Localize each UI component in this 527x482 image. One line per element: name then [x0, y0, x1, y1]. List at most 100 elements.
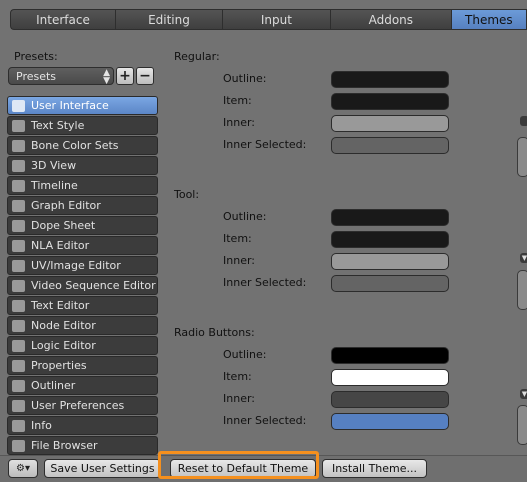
- property-label: Item:: [223, 370, 252, 383]
- color-swatch[interactable]: [331, 275, 449, 292]
- sidebar-item-dope-sheet[interactable]: Dope Sheet: [7, 216, 158, 235]
- sidebar-item-label: User Interface: [31, 99, 109, 112]
- sidebar-item-info[interactable]: Info: [7, 416, 158, 435]
- chevron-down-icon[interactable]: ▼: [520, 253, 527, 263]
- sidebar-item-timeline[interactable]: Timeline: [7, 176, 158, 195]
- sidebar-item-label: Timeline: [31, 179, 78, 192]
- color-swatch[interactable]: [331, 391, 449, 408]
- collapse-toggle-icon[interactable]: [520, 116, 527, 126]
- sidebar-item-text-style[interactable]: Text Style: [7, 116, 158, 135]
- section-title: Tool:: [174, 188, 200, 201]
- tab-input[interactable]: Input: [221, 9, 330, 30]
- sidebar-item-file-browser[interactable]: File Browser: [7, 436, 158, 455]
- presets-dropdown[interactable]: Presets ▲ ▼: [8, 67, 114, 86]
- property-label: Inner:: [223, 392, 255, 405]
- property-label: Outline:: [223, 210, 267, 223]
- info-icon: [12, 419, 25, 432]
- sidebar-item-label: User Preferences: [31, 399, 125, 412]
- property-label: Inner Selected:: [223, 414, 307, 427]
- color-swatch[interactable]: [331, 71, 449, 88]
- color-swatch[interactable]: [331, 137, 449, 154]
- color-swatch[interactable]: [331, 253, 449, 270]
- property-label: Inner:: [223, 116, 255, 129]
- partial-control[interactable]: [517, 405, 527, 445]
- sidebar-item-label: Video Sequence Editor: [31, 279, 156, 292]
- sidebar-item-label: Properties: [31, 359, 87, 372]
- preferences-editor-icon[interactable]: ⚙▾: [8, 459, 38, 478]
- sidebar-item-outliner[interactable]: Outliner: [7, 376, 158, 395]
- save-user-settings-button[interactable]: Save User Settings: [44, 459, 161, 478]
- property-label: Outline:: [223, 72, 267, 85]
- property-label: Item:: [223, 94, 252, 107]
- tab-addons[interactable]: Addons: [329, 9, 451, 30]
- color-swatch[interactable]: [331, 413, 449, 430]
- color-swatch[interactable]: [331, 93, 449, 110]
- property-label: Inner:: [223, 254, 255, 267]
- sidebar-item-user-preferences[interactable]: User Preferences: [7, 396, 158, 415]
- highlight-outline: [158, 451, 319, 479]
- presets-label: Presets:: [14, 50, 58, 63]
- preferences-tab-bar: Interface Editing Input Addons Themes: [10, 9, 527, 30]
- uv-image-editor-icon: [12, 259, 25, 272]
- sidebar-item-properties[interactable]: Properties: [7, 356, 158, 375]
- color-swatch[interactable]: [331, 115, 449, 132]
- tab-interface[interactable]: Interface: [10, 9, 115, 30]
- nla-editor-icon: [12, 239, 25, 252]
- sidebar-item-label: Logic Editor: [31, 339, 96, 352]
- sidebar-item-label: 3D View: [31, 159, 77, 172]
- video-sequence-editor-icon: [12, 279, 25, 292]
- updown-arrows-icon: ▲ ▼: [103, 68, 110, 86]
- properties-icon: [12, 359, 25, 372]
- color-swatch[interactable]: [331, 231, 449, 248]
- user-interface-icon: [12, 99, 25, 112]
- sidebar-item-uv-image-editor[interactable]: UV/Image Editor: [7, 256, 158, 275]
- tab-themes[interactable]: Themes: [450, 9, 527, 30]
- outliner-icon: [12, 379, 25, 392]
- text-style-icon: [12, 119, 25, 132]
- partial-control[interactable]: [517, 270, 527, 310]
- color-swatch[interactable]: [331, 209, 449, 226]
- graph-editor-icon: [12, 199, 25, 212]
- user-preferences-icon: [12, 399, 25, 412]
- sidebar-item-video-sequence-editor[interactable]: Video Sequence Editor: [7, 276, 158, 295]
- sidebar-item-label: File Browser: [31, 439, 98, 452]
- property-label: Outline:: [223, 348, 267, 361]
- bone-color-sets-icon: [12, 139, 25, 152]
- add-preset-button[interactable]: +: [116, 67, 134, 85]
- remove-preset-button[interactable]: −: [136, 67, 154, 85]
- presets-selected-value: Presets: [16, 69, 57, 83]
- 3d-view-icon: [12, 159, 25, 172]
- sidebar-item-label: Text Editor: [31, 299, 90, 312]
- timeline-icon: [12, 179, 25, 192]
- sidebar-item-label: Graph Editor: [31, 199, 101, 212]
- section-title: Radio Buttons:: [174, 326, 255, 339]
- sidebar-item-label: Outliner: [31, 379, 76, 392]
- node-editor-icon: [12, 319, 25, 332]
- sidebar-item-label: UV/Image Editor: [31, 259, 121, 272]
- tab-editing[interactable]: Editing: [114, 9, 222, 30]
- section-title: Regular:: [174, 50, 220, 63]
- sidebar-item-label: NLA Editor: [31, 239, 90, 252]
- sidebar-item-text-editor[interactable]: Text Editor: [7, 296, 158, 315]
- install-theme-button[interactable]: Install Theme...: [322, 459, 427, 478]
- sidebar-item-label: Dope Sheet: [31, 219, 96, 232]
- chevron-down-icon[interactable]: ▼: [520, 389, 527, 399]
- property-label: Inner Selected:: [223, 276, 307, 289]
- sidebar-item-logic-editor[interactable]: Logic Editor: [7, 336, 158, 355]
- text-editor-icon: [12, 299, 25, 312]
- sidebar-item-nla-editor[interactable]: NLA Editor: [7, 236, 158, 255]
- logic-editor-icon: [12, 339, 25, 352]
- sidebar-item-node-editor[interactable]: Node Editor: [7, 316, 158, 335]
- property-label: Item:: [223, 232, 252, 245]
- sidebar-item-user-interface[interactable]: User Interface: [7, 96, 158, 115]
- sidebar-item-3d-view[interactable]: 3D View: [7, 156, 158, 175]
- sidebar-item-bone-color-sets[interactable]: Bone Color Sets: [7, 136, 158, 155]
- sidebar-item-label: Text Style: [31, 119, 85, 132]
- sidebar-item-label: Node Editor: [31, 319, 96, 332]
- partial-control[interactable]: [517, 137, 527, 177]
- sidebar-item-label: Info: [31, 419, 52, 432]
- color-swatch[interactable]: [331, 369, 449, 386]
- dope-sheet-icon: [12, 219, 25, 232]
- color-swatch[interactable]: [331, 347, 449, 364]
- sidebar-item-graph-editor[interactable]: Graph Editor: [7, 196, 158, 215]
